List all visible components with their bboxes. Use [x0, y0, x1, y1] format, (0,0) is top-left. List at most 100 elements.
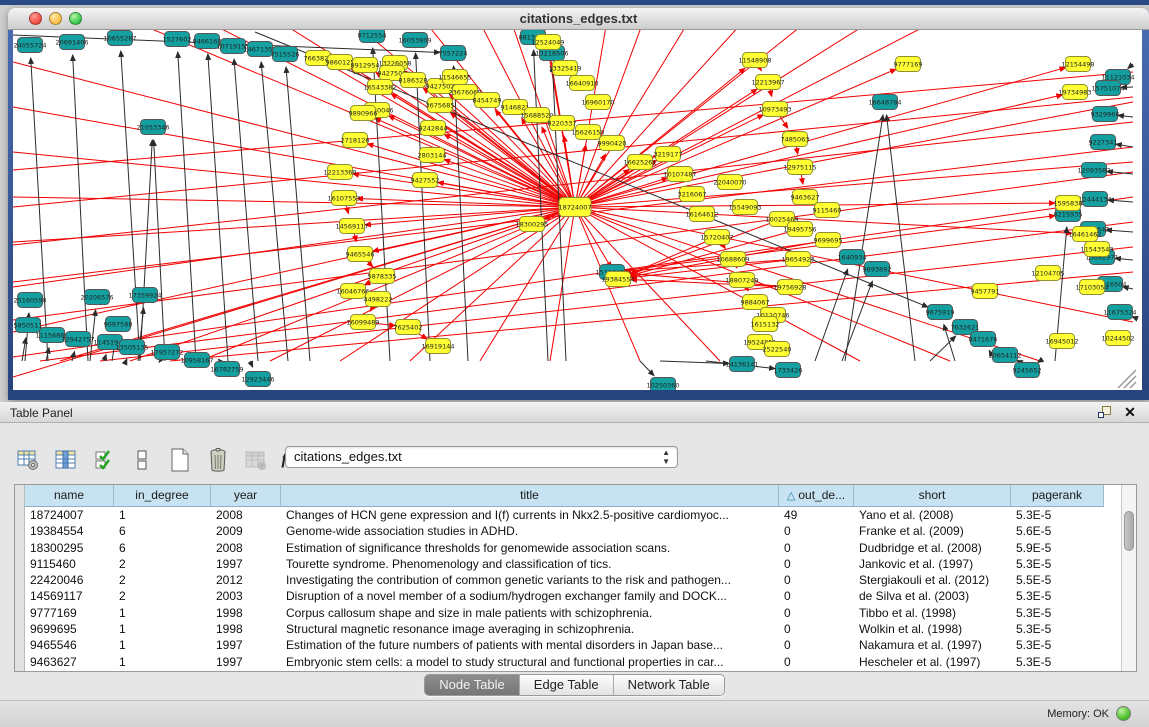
cell-in_degree[interactable]: 1	[114, 507, 211, 523]
column-header-year[interactable]: year	[211, 485, 281, 506]
cell-year[interactable]: 1997	[211, 556, 281, 572]
graph-node[interactable]: 16648784	[868, 95, 901, 110]
cell-out_de[interactable]: 0	[779, 588, 854, 604]
resize-grip[interactable]	[1118, 370, 1136, 388]
table-scrollbar[interactable]	[1121, 485, 1136, 671]
graph-node[interactable]: 10107487	[663, 167, 696, 182]
delete-table-icon[interactable]	[204, 447, 231, 474]
cell-pagerank[interactable]: 5.3E-5	[1011, 637, 1104, 653]
graph-node[interactable]: 12104705	[1031, 266, 1064, 281]
cell-pagerank[interactable]: 5.3E-5	[1011, 654, 1104, 670]
graph-node[interactable]: 7515526	[271, 47, 300, 62]
graph-node[interactable]: 19734983	[1058, 85, 1091, 100]
cell-title[interactable]: Corpus callosum shape and size in male p…	[281, 605, 779, 621]
graph-node[interactable]: 11546655	[438, 70, 471, 85]
graph-node[interactable]: 12213369	[323, 165, 356, 180]
cell-short[interactable]: Hescheler et al. (1997)	[854, 654, 1011, 670]
graph-node[interactable]: 2522540	[763, 342, 792, 357]
graph-node[interactable]: 12213967	[751, 75, 784, 90]
graph-node[interactable]: 12093582	[1077, 163, 1110, 178]
cell-title[interactable]: Embryonic stem cells: a model to study s…	[281, 654, 779, 670]
cell-year[interactable]: 1997	[211, 654, 281, 670]
cell-year[interactable]: 1998	[211, 621, 281, 637]
graph-node[interactable]: 16640910	[565, 76, 598, 91]
cell-out_de[interactable]: 0	[779, 621, 854, 637]
graph-node[interactable]: 5850511	[14, 318, 43, 333]
graph-node[interactable]: 9115460	[813, 203, 842, 218]
graph-node[interactable]: 24055724	[13, 38, 46, 53]
graph-node[interactable]: 19384554	[601, 272, 634, 287]
cell-short[interactable]: de Silva et al. (2003)	[854, 588, 1011, 604]
graph-node[interactable]: 7625402	[394, 320, 423, 335]
graph-node[interactable]: 9890966	[349, 106, 378, 121]
graph-node[interactable]: 9699695	[814, 233, 843, 248]
tab-network-table[interactable]: Network Table	[614, 675, 724, 695]
network-canvas[interactable]: 1872400724055724206914061065528715276028…	[13, 30, 1142, 390]
cell-out_de[interactable]: 0	[779, 605, 854, 621]
cell-title[interactable]: Genome-wide association studies in ADHD.	[281, 523, 779, 539]
graph-node[interactable]: 9242844	[419, 121, 448, 136]
cell-pagerank[interactable]: 5.6E-5	[1011, 523, 1104, 539]
graph-node[interactable]: 3219177	[654, 147, 683, 162]
cell-short[interactable]: Nakamura et al. (1997)	[854, 637, 1011, 653]
graph-node[interactable]: 10250360	[646, 378, 679, 391]
column-header-out_de[interactable]: △out_de...	[779, 485, 854, 506]
graph-node[interactable]: 16107553	[327, 191, 360, 206]
graph-node[interactable]: 8471676	[969, 332, 998, 347]
graph-node[interactable]: 15751074	[1091, 81, 1124, 96]
graph-node[interactable]: 1527602	[163, 32, 192, 47]
graph-node[interactable]: 16053809	[398, 33, 431, 48]
graph-node[interactable]: 15549093	[728, 200, 761, 215]
graph-node[interactable]: 9893892	[863, 262, 892, 277]
graph-node[interactable]: 12524049	[531, 35, 564, 50]
cell-year[interactable]: 1998	[211, 605, 281, 621]
graph-node[interactable]: 12154498	[1061, 57, 1094, 72]
graph-node[interactable]: 9329966	[1091, 107, 1120, 122]
cell-name[interactable]: 9699695	[25, 621, 114, 637]
graph-node[interactable]: 1733426	[774, 363, 803, 378]
cell-name[interactable]: 9115460	[25, 556, 114, 572]
cell-in_degree[interactable]: 6	[114, 523, 211, 539]
cell-short[interactable]: Franke et al. (2009)	[854, 523, 1011, 539]
graph-node[interactable]: 3216067	[678, 187, 707, 202]
column-header-short[interactable]: short	[854, 485, 1011, 506]
cell-year[interactable]: 2009	[211, 523, 281, 539]
table-row[interactable]: 946362711997Embryonic stem cells: a mode…	[25, 654, 1104, 670]
graph-node[interactable]: 9097588	[104, 317, 133, 332]
cell-short[interactable]: Stergiakouli et al. (2012)	[854, 572, 1011, 588]
graph-node[interactable]: 9675919	[926, 305, 955, 320]
graph-node[interactable]: 4498222	[364, 292, 393, 307]
graph-node[interactable]: 9427552	[411, 173, 440, 188]
graph-node[interactable]: 2718126	[341, 133, 370, 148]
graph-node[interactable]: 7557224	[439, 46, 468, 61]
graph-node[interactable]: 10973493	[758, 102, 791, 117]
graph-node[interactable]: 16461462	[1068, 227, 1101, 242]
cell-short[interactable]: Dudbridge et al. (2008)	[854, 540, 1011, 556]
graph-node[interactable]: 13505135	[115, 340, 148, 355]
cell-in_degree[interactable]: 2	[114, 556, 211, 572]
graph-node[interactable]: 14136141	[725, 357, 758, 372]
graph-node[interactable]: 11548908	[738, 53, 771, 68]
cell-pagerank[interactable]: 5.3E-5	[1011, 507, 1104, 523]
cell-year[interactable]: 2012	[211, 572, 281, 588]
table-row[interactable]: 946554611997Estimation of the future num…	[25, 637, 1104, 653]
cell-out_de[interactable]: 0	[779, 540, 854, 556]
cell-year[interactable]: 2003	[211, 588, 281, 604]
cell-out_de[interactable]: 0	[779, 556, 854, 572]
cell-year[interactable]: 2008	[211, 540, 281, 556]
graph-node[interactable]: 10655287	[103, 31, 136, 46]
table-row[interactable]: 1456911722003Disruption of a novel membe…	[25, 588, 1104, 604]
graph-node[interactable]: 10688609	[716, 252, 749, 267]
table-settings-icon[interactable]	[14, 447, 41, 474]
graph-node[interactable]: 16625261	[623, 155, 656, 170]
column-header-title[interactable]: title	[281, 485, 779, 506]
column-header-pagerank[interactable]: pagerank	[1011, 485, 1104, 506]
graph-node[interactable]: 16919144	[421, 339, 454, 354]
graph-node[interactable]: 12444134	[1078, 192, 1111, 207]
cell-name[interactable]: 22420046	[25, 572, 114, 588]
cell-name[interactable]: 18300295	[25, 540, 114, 556]
graph-node[interactable]: 12975115	[783, 160, 816, 175]
cell-name[interactable]: 9465546	[25, 637, 114, 653]
table-row[interactable]: 977716911998Corpus callosum shape and si…	[25, 605, 1104, 621]
graph-node[interactable]: 15626150	[571, 125, 604, 140]
